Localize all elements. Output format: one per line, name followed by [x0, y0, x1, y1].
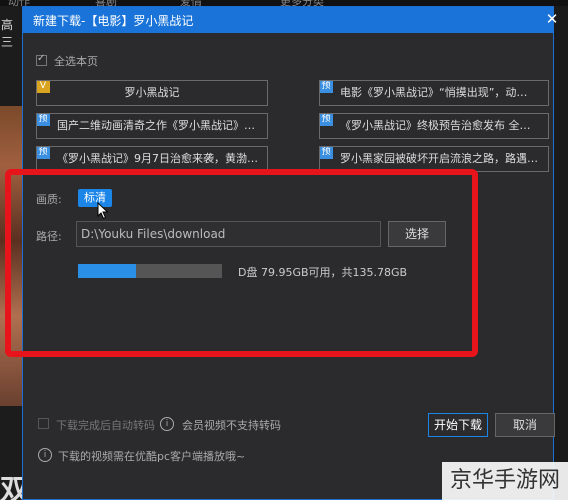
background-right-panel	[554, 6, 568, 500]
cancel-button[interactable]: 取消	[495, 413, 555, 437]
episode-label: 罗小黑家园被破坏开启流浪之路，路遇…	[340, 152, 538, 165]
episode-item[interactable]: V 罗小黑战记	[36, 80, 268, 106]
episode-label: 《罗小黑战记》终极预告治愈发布 全…	[340, 119, 531, 132]
episode-label: 电影《罗小黑战记》“悄摸出现”，动…	[340, 86, 528, 99]
red-highlight-box	[5, 169, 478, 357]
footer-notice-text: 下载的视频需在优酷pc客户端播放哦~	[58, 450, 246, 463]
select-all-label: 全选本页	[54, 55, 98, 68]
preview-badge-icon: 预	[37, 147, 50, 159]
vip-notice-text: 会员视频不支持转码	[182, 419, 281, 432]
preview-badge-icon: 预	[320, 114, 333, 126]
dialog-title: 新建下载-【电影】罗小黑战记	[33, 14, 194, 28]
info-icon: i	[38, 448, 52, 462]
bg-left-text: 高三	[1, 18, 14, 49]
watermark: 京华手游网	[442, 462, 568, 500]
preview-badge-icon: 预	[320, 81, 333, 93]
episode-item[interactable]: 预 《罗小黑战记》终极预告治愈发布 全…	[319, 113, 549, 139]
close-icon[interactable]: ✕	[543, 10, 561, 28]
start-download-button[interactable]: 开始下载	[428, 413, 488, 437]
auto-transcode-label: 下载完成后自动转码	[56, 419, 155, 432]
select-all-checkbox[interactable]	[36, 53, 47, 66]
episode-item[interactable]: 预 国产二维动画清奇之作《罗小黑战记》…	[36, 113, 268, 139]
episode-label: 《罗小黑战记》9月7日治愈来袭，黄渤…	[57, 152, 258, 165]
preview-badge-icon: 预	[320, 147, 333, 159]
episode-label: 国产二维动画清奇之作《罗小黑战记》…	[57, 119, 255, 132]
episode-item[interactable]: 预 电影《罗小黑战记》“悄摸出现”，动…	[319, 80, 549, 106]
info-icon: i	[160, 417, 174, 431]
episode-label: 罗小黑战记	[124, 86, 180, 99]
dialog-title-bar[interactable]: 新建下载-【电影】罗小黑战记 ✕	[23, 7, 558, 33]
auto-transcode-checkbox[interactable]	[38, 418, 49, 429]
preview-badge-icon: 预	[37, 114, 50, 126]
vip-badge-icon: V	[37, 81, 50, 93]
